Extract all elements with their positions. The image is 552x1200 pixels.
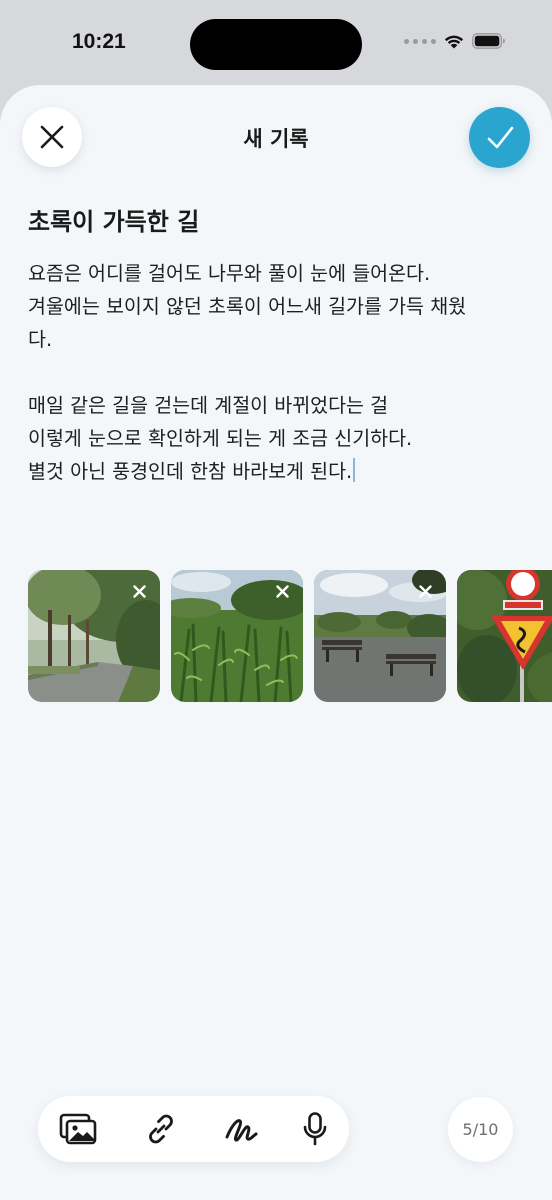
status-icons bbox=[404, 33, 506, 49]
photo-thumbnail-3[interactable] bbox=[314, 570, 446, 702]
photo-image bbox=[457, 570, 552, 702]
close-icon bbox=[132, 584, 146, 598]
add-link-button[interactable] bbox=[141, 1109, 181, 1149]
status-time: 10:21 bbox=[72, 30, 126, 53]
entry-title[interactable]: 초록이 가득한 길 bbox=[28, 202, 199, 237]
text-cursor bbox=[353, 458, 356, 482]
body-line: 겨울에는 보이지 않던 초록이 어느새 길가를 가득 채웠 bbox=[28, 295, 467, 318]
wifi-icon bbox=[444, 35, 464, 49]
link-icon bbox=[149, 1114, 173, 1144]
battery-icon bbox=[472, 33, 505, 49]
drawing-icon bbox=[225, 1119, 258, 1142]
editor-toolbar bbox=[38, 1096, 349, 1162]
remove-photo-button[interactable] bbox=[414, 580, 436, 602]
save-button[interactable] bbox=[469, 107, 530, 168]
photo-gallery-icon bbox=[59, 1113, 97, 1145]
photo-thumbnail-2[interactable] bbox=[171, 570, 303, 702]
close-icon bbox=[275, 584, 289, 598]
body-line: 다. bbox=[28, 328, 53, 351]
photo-count-badge: 5/10 bbox=[448, 1097, 513, 1162]
voice-record-button[interactable] bbox=[295, 1109, 335, 1149]
body-line-text: 별것 아닌 풍경인데 한참 바라보게 된다. bbox=[28, 460, 353, 483]
photo-strip[interactable] bbox=[28, 570, 552, 702]
checkmark-icon bbox=[487, 126, 513, 148]
dynamic-island bbox=[190, 19, 362, 70]
draw-button[interactable] bbox=[221, 1109, 261, 1149]
body-line: 이렇게 눈으로 확인하게 되는 게 조금 신기하다. bbox=[28, 427, 413, 450]
close-icon bbox=[418, 584, 432, 598]
photo-thumbnail-4[interactable] bbox=[457, 570, 552, 702]
status-bar: 10:21 bbox=[0, 0, 552, 88]
cellular-signal-icon bbox=[404, 38, 436, 44]
microphone-icon bbox=[303, 1112, 327, 1146]
remove-photo-button[interactable] bbox=[128, 580, 150, 602]
new-entry-sheet: 새 기록 초록이 가득한 길 요즘은 어디를 걸어도 나무와 풀이 눈에 들어온… bbox=[0, 85, 552, 1200]
remove-photo-button[interactable] bbox=[271, 580, 293, 602]
body-line: 요즘은 어디를 걸어도 나무와 풀이 눈에 들어온다. bbox=[28, 262, 431, 285]
body-line: 매일 같은 길을 걷는데 계절이 바뀌었다는 걸 bbox=[28, 394, 389, 417]
body-line-last: 별것 아닌 풍경인데 한참 바라보게 된다. bbox=[28, 455, 528, 488]
photo-thumbnail-1[interactable] bbox=[28, 570, 160, 702]
add-photo-button[interactable] bbox=[58, 1109, 98, 1149]
entry-body-editor[interactable]: 요즘은 어디를 걸어도 나무와 풀이 눈에 들어온다. 겨울에는 보이지 않던 … bbox=[28, 257, 528, 488]
